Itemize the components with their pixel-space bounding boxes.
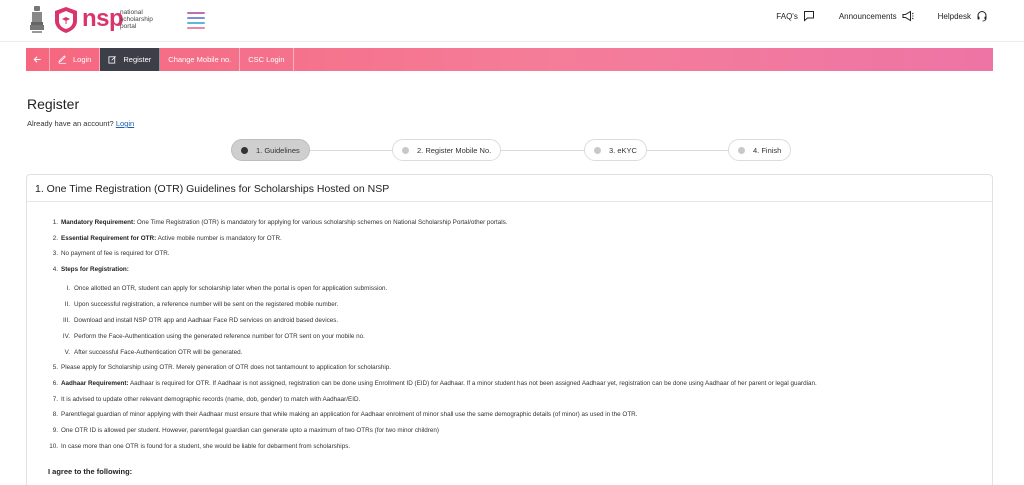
guidelines-card: 1. One Time Registration (OTR) Guideline… [26,174,993,485]
step-finish[interactable]: 4. Finish [728,139,792,161]
login-link[interactable]: Login [116,119,134,128]
sub-list-item: I. Once allotted an OTR, student can appl… [66,285,388,292]
list-item: 5. Please apply for Scholarship using OTR… [52,364,392,371]
list-item: 9. One OTR ID is allowed per student. How… [52,427,439,434]
menu-toggle-button[interactable] [187,12,205,29]
list-item: 7. It is advised to update other relevant… [52,396,361,403]
registration-nav-bar: Login Register Change Mobile no. CSC Log… [26,48,993,71]
list-item: 3. No payment of fee is required for OTR. [52,250,170,257]
list-item: 8. Parent/legal guardian of minor applyin… [52,411,638,418]
announcements-link[interactable]: Announcements [839,10,914,22]
nav-change-mobile[interactable]: Change Mobile no. [160,48,241,71]
site-header: nsp national scholarship portal FAQ's An… [0,0,1024,42]
helpdesk-link[interactable]: Helpdesk [938,10,988,22]
login-icon [58,55,67,64]
list-item: 2. Essential Requirement for OTR: Active … [52,235,282,242]
back-button[interactable] [26,48,50,71]
step-dot-icon [241,146,248,154]
nav-register[interactable]: Register [100,48,161,71]
chat-icon [803,11,814,22]
sub-list-item: II. Upon successful registration, a refer… [64,301,339,308]
stepper-track [265,150,765,151]
national-emblem-icon [30,6,44,33]
list-item: 1. Mandatory Requirement: One Time Regist… [52,219,508,226]
step-dot-icon [738,146,745,154]
sub-list-item: IV. Perform the Face-Authentication using… [62,333,365,340]
agree-heading: I agree to the following: [48,467,133,476]
list-item: 10. In case more than one OTR is found fo… [49,443,351,450]
megaphone-icon [902,10,914,22]
step-dot-icon [594,146,601,154]
list-item: 4. Steps for Registration: [52,266,129,273]
brand-subtitle: national scholarship portal [120,9,153,30]
step-guidelines[interactable]: 1. Guidelines [231,139,310,161]
page-title: Register [27,96,80,112]
headset-icon [977,11,987,22]
arrow-left-icon [33,56,41,63]
step-ekyc[interactable]: 3. eKYC [584,139,647,161]
edit-icon [108,56,117,64]
step-dot-icon [402,146,409,154]
nsp-logo-icon [55,7,77,33]
nav-login[interactable]: Login [50,48,101,71]
faq-link[interactable]: FAQ's [776,10,815,22]
nav-csc-login[interactable]: CSC Login [240,48,294,71]
list-item: 6. Aadhaar Requirement: Aadhaar is requir… [52,380,817,387]
guidelines-title: 1. One Time Registration (OTR) Guideline… [27,175,992,202]
sub-list-item: III. Download and install NSP OTR app and… [63,317,339,324]
brand-name: nsp [82,5,124,32]
account-prompt: Already have an account? Login [27,119,135,128]
step-register-mobile[interactable]: 2. Register Mobile No. [392,139,502,161]
sub-list-item: V. After successful Face-Authentication O… [64,349,243,356]
